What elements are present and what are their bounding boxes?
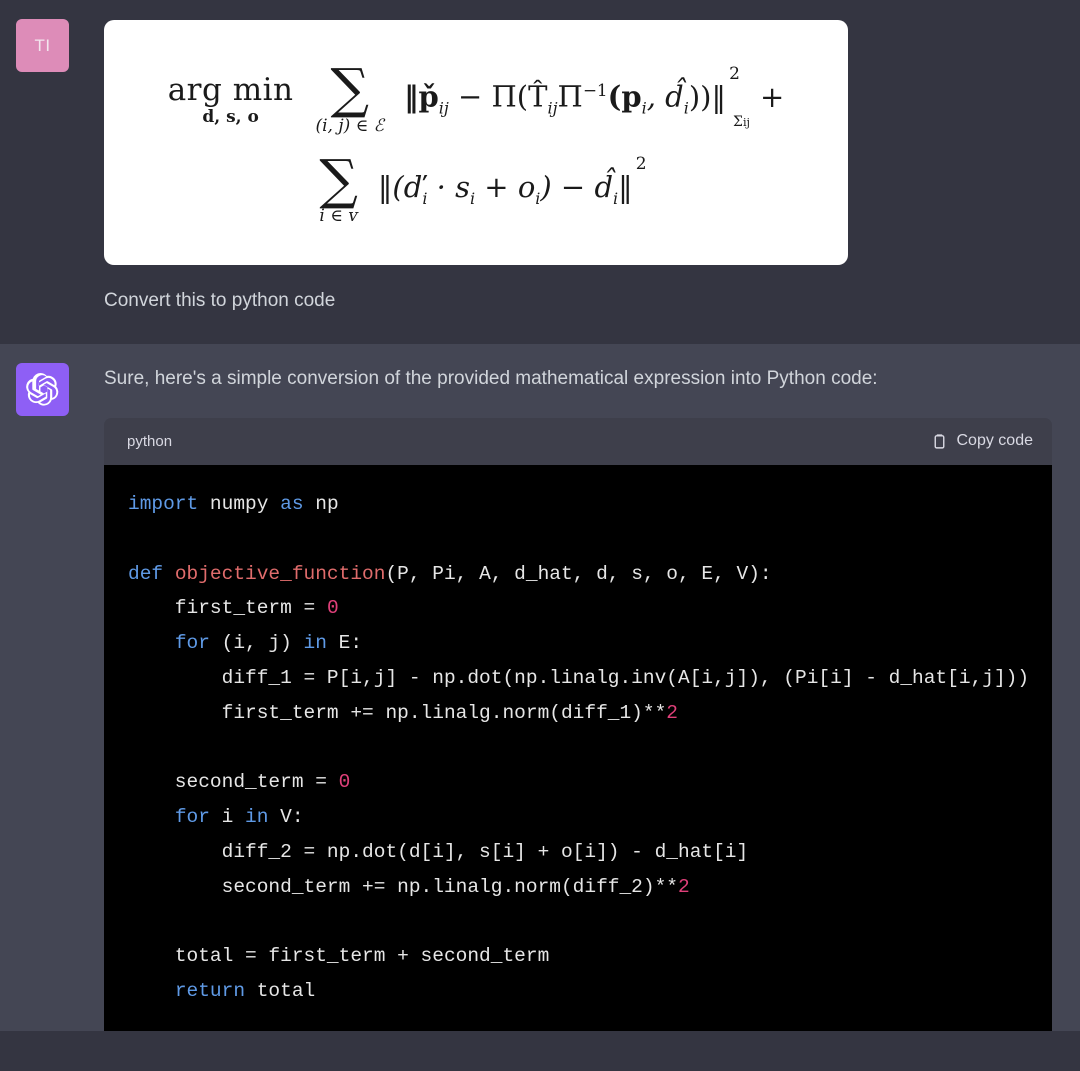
user-message-content: arg min d, s, o ∑ (i, j) ∈ ℰ ‖p̌ij − Π(T… xyxy=(104,0,1080,344)
summation-2: ∑ i ∈ ᴠ xyxy=(319,147,358,226)
assistant-message-row: Sure, here's a simple conversion of the … xyxy=(0,343,1080,1031)
argmin-operator: arg min d, s, o xyxy=(168,72,294,127)
d-check-symbol: ‖(ď xyxy=(377,169,423,204)
d-hat-symbol: , d̂ xyxy=(646,80,684,114)
minus-d-hat-symbol: ) − d̂ xyxy=(540,169,614,204)
code-language-label: python xyxy=(127,432,173,450)
norm-bar: ‖ xyxy=(618,169,633,204)
equation-line-1-body: ‖p̌ij − Π(T̂ijΠ−1(pi, d̂i))‖ 2 Σij + xyxy=(403,65,785,129)
user-avatar-initials: TI xyxy=(34,35,51,55)
sigma-subscript-index: ij xyxy=(742,115,750,129)
norm-power-2: 2 xyxy=(635,153,647,174)
copy-code-label: Copy code xyxy=(956,432,1034,450)
summation-2-index: i ∈ ᴠ xyxy=(319,205,358,226)
minus-pi-open: − Π(T̂ xyxy=(448,80,548,114)
equation-line-2-body: ‖(ďi · si + oi) − d̂i‖ 2 xyxy=(377,155,647,207)
plus-o-symbol: + o xyxy=(475,169,536,204)
avatar: TI xyxy=(16,19,69,72)
norm-power: 2 xyxy=(729,64,740,84)
sigma-icon: ∑ xyxy=(330,57,369,121)
copy-code-button[interactable]: Copy code xyxy=(931,432,1034,451)
p-bold-open: (p xyxy=(607,80,642,114)
sigma-icon: ∑ xyxy=(319,147,358,211)
pi-symbol: Π xyxy=(557,80,583,114)
equation-line-2: ∑ i ∈ ᴠ ‖(ďi · si + oi) − d̂i‖ 2 xyxy=(319,147,647,226)
pi-inverse-power: −1 xyxy=(582,80,608,101)
p-check-subscript: ij xyxy=(438,98,449,118)
chat-conversation: TI arg min d, s, o ∑ (i, j) ∈ ℰ ‖p̌ij − … xyxy=(0,0,1080,1071)
norm-subscript: Σij xyxy=(733,113,750,130)
dot-s-symbol: · s xyxy=(427,169,470,204)
code-content: import numpy as np def objective_functio… xyxy=(128,492,1030,1003)
code-block-body[interactable]: import numpy as np def objective_functio… xyxy=(104,464,1052,1031)
code-block-header: python Copy code xyxy=(104,417,1052,465)
equation-line-1: arg min d, s, o ∑ (i, j) ∈ ℰ ‖p̌ij − Π(T… xyxy=(168,57,785,136)
equation-image: arg min d, s, o ∑ (i, j) ∈ ℰ ‖p̌ij − Π(T… xyxy=(104,20,848,265)
assistant-reply-text: Sure, here's a simple conversion of the … xyxy=(104,367,878,389)
user-message-row: TI arg min d, s, o ∑ (i, j) ∈ ℰ ‖p̌ij − … xyxy=(0,0,1080,344)
user-avatar-column: TI xyxy=(0,0,104,344)
norm-closing-2: ‖ 2 xyxy=(618,155,647,204)
norm-closing: ))‖ 2 Σij xyxy=(688,65,750,129)
code-block: python Copy code import numpy as np def … xyxy=(104,417,1052,1031)
summation-1-index: (i, j) ∈ ℰ xyxy=(315,115,384,136)
norm-bars: ))‖ xyxy=(688,80,726,114)
user-prompt-text: Convert this to python code xyxy=(104,290,336,311)
argmin-label: arg min xyxy=(167,71,294,108)
avatar xyxy=(16,362,69,416)
assistant-message-content: Sure, here's a simple conversion of the … xyxy=(104,344,1080,1031)
assistant-avatar-column xyxy=(0,344,104,1031)
plus-operator: + xyxy=(759,80,785,114)
summation-1: ∑ (i, j) ∈ ℰ xyxy=(315,57,384,136)
clipboard-icon xyxy=(934,434,944,449)
argmin-variables: d, s, o xyxy=(202,106,259,127)
p-check-symbol: ‖p̌ xyxy=(403,80,439,114)
t-hat-subscript: ij xyxy=(547,98,558,118)
openai-logo-icon xyxy=(26,372,59,406)
sigma-subscript-symbol: Σ xyxy=(733,113,743,130)
